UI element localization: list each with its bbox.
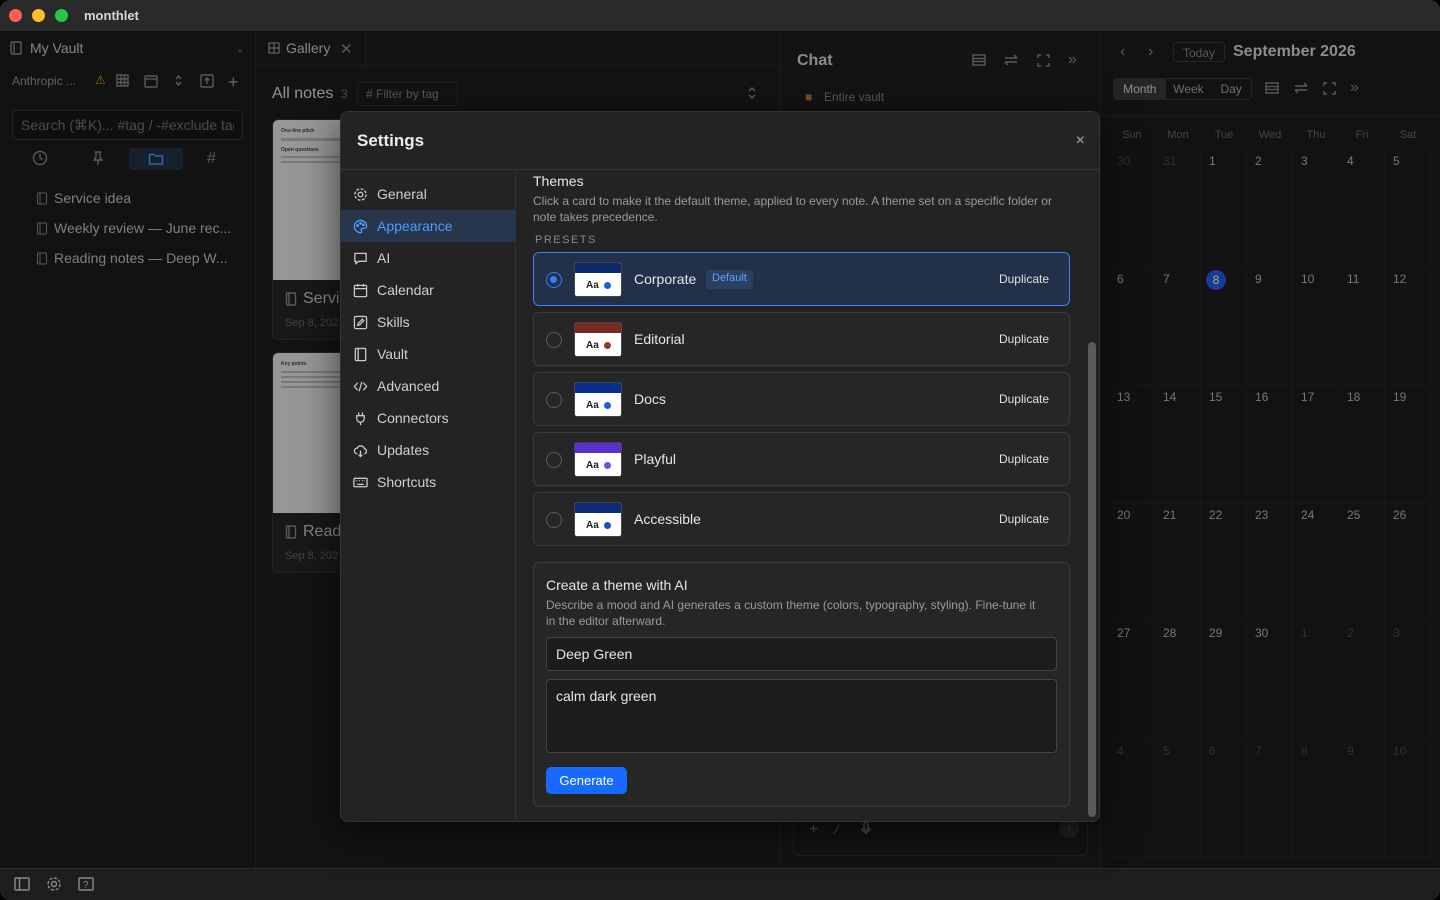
- nav-label: Advanced: [377, 378, 440, 394]
- ai-panel-title: Create a theme with AI: [546, 577, 688, 593]
- sidebar-item-general[interactable]: General: [341, 178, 516, 210]
- theme-preview: Aa: [574, 442, 622, 477]
- close-window-button[interactable]: [9, 9, 22, 22]
- preview-accent-dot: [604, 282, 611, 289]
- nav-label: Shortcuts: [377, 474, 437, 490]
- preview-band: [575, 383, 621, 393]
- gear-icon: [354, 187, 367, 201]
- section-description: Click a card to make it the default them…: [533, 194, 1052, 224]
- preview-accent-dot: [604, 402, 611, 409]
- nav-label: Vault: [377, 346, 408, 362]
- dialog-header: Settings ×: [341, 112, 1099, 170]
- presets-label: PRESETS: [535, 234, 597, 246]
- preview-accent-dot: [604, 522, 611, 529]
- sidebar-toggle-icon[interactable]: [14, 877, 30, 891]
- theme-name: Editorial: [634, 331, 685, 347]
- help-icon[interactable]: ?: [78, 877, 94, 891]
- nav-label: General: [377, 186, 427, 202]
- sidebar-item-updates[interactable]: Updates: [341, 434, 516, 466]
- preview-accent-dot: [604, 462, 611, 469]
- sidebar-item-ai[interactable]: AI: [341, 242, 516, 274]
- theme-name: Accessible: [634, 511, 701, 527]
- preview-sample-text: Aa: [586, 280, 599, 291]
- sidebar-item-skills[interactable]: Skills: [341, 306, 516, 338]
- maximize-window-button[interactable]: [55, 9, 68, 22]
- sidebar-item-calendar[interactable]: Calendar: [341, 274, 516, 306]
- preview-sample-text: Aa: [586, 400, 599, 411]
- section-title: Themes: [533, 173, 584, 189]
- default-badge: Default: [706, 270, 753, 289]
- edit-box-icon: [353, 315, 368, 329]
- nav-label: AI: [377, 250, 391, 266]
- theme-radio[interactable]: [546, 512, 562, 528]
- duplicate-button[interactable]: Duplicate: [999, 392, 1049, 406]
- ai-theme-panel: Create a theme with AI Describe a mood a…: [533, 562, 1070, 807]
- gear-icon[interactable]: [46, 876, 62, 892]
- plug-icon: [356, 411, 365, 425]
- calendar-icon: [353, 283, 368, 297]
- ai-panel-description: Describe a mood and AI generates a custo…: [546, 598, 1036, 628]
- nav-label: Updates: [377, 442, 430, 458]
- code-icon: [353, 381, 368, 391]
- svg-text:?: ?: [83, 880, 89, 891]
- duplicate-button[interactable]: Duplicate: [999, 452, 1049, 466]
- duplicate-button[interactable]: Duplicate: [999, 512, 1049, 526]
- nav-label: Appearance: [377, 218, 453, 234]
- theme-preview: Aa: [574, 262, 622, 297]
- settings-nav: General Appearance AI Calendar Skills Va…: [341, 170, 516, 821]
- theme-radio[interactable]: [546, 272, 562, 288]
- preview-band: [575, 323, 621, 333]
- palette-icon: [353, 219, 368, 233]
- theme-prompt-textarea[interactable]: calm dark green: [546, 679, 1057, 753]
- sidebar-item-shortcuts[interactable]: Shortcuts: [341, 466, 516, 498]
- theme-radio[interactable]: [546, 332, 562, 348]
- theme-radio[interactable]: [546, 452, 562, 468]
- theme-preview: Aa: [574, 502, 622, 537]
- close-button[interactable]: ×: [1076, 132, 1085, 150]
- preview-sample-text: Aa: [586, 340, 599, 351]
- preview-accent-dot: [604, 342, 611, 349]
- sidebar-item-vault[interactable]: Vault: [341, 338, 516, 370]
- theme-preview: Aa: [574, 382, 622, 417]
- sidebar-item-connectors[interactable]: Connectors: [341, 402, 516, 434]
- settings-dialog: Settings × General Appearance AI Calenda…: [340, 111, 1100, 822]
- nav-label: Connectors: [377, 410, 449, 426]
- theme-name: Playful: [634, 451, 677, 467]
- theme-preview: Aa: [574, 322, 622, 357]
- bottom-bar: ?: [0, 868, 1440, 900]
- dialog-title: Settings: [357, 131, 425, 150]
- book-icon: [354, 347, 367, 361]
- minimize-window-button[interactable]: [32, 9, 45, 22]
- preview-band: [575, 503, 621, 513]
- sidebar-item-advanced[interactable]: Advanced: [341, 370, 516, 402]
- generate-button[interactable]: Generate: [546, 767, 627, 794]
- sidebar-item-appearance[interactable]: Appearance: [341, 210, 516, 242]
- theme-radio[interactable]: [546, 392, 562, 408]
- nav-label: Calendar: [377, 282, 434, 298]
- keyboard-icon: [353, 477, 368, 487]
- duplicate-button[interactable]: Duplicate: [999, 332, 1049, 346]
- chat-icon: [354, 252, 367, 265]
- app-title: monthlet: [84, 8, 139, 23]
- theme-name: Corporate: [634, 271, 697, 287]
- app-window: monthlet My Vault ⌄ Anthropic ... ⚠ + # …: [0, 0, 1440, 900]
- theme-card-playful[interactable]: Aa Playful Duplicate: [533, 432, 1070, 486]
- theme-name-input[interactable]: [546, 637, 1057, 671]
- preview-band: [575, 263, 621, 273]
- theme-card-accessible[interactable]: Aa Accessible Duplicate: [533, 492, 1070, 546]
- cloud-download-icon: [353, 444, 368, 458]
- settings-content: Themes Click a card to make it the defau…: [517, 170, 1099, 821]
- theme-card-corporate[interactable]: Aa Corporate Default Duplicate: [533, 252, 1070, 306]
- preview-sample-text: Aa: [586, 460, 599, 471]
- preview-sample-text: Aa: [586, 520, 599, 531]
- preview-band: [575, 443, 621, 453]
- theme-card-docs[interactable]: Aa Docs Duplicate: [533, 372, 1070, 426]
- scrollbar[interactable]: [1088, 342, 1096, 817]
- duplicate-button[interactable]: Duplicate: [999, 272, 1049, 286]
- theme-card-editorial[interactable]: Aa Editorial Duplicate: [533, 312, 1070, 366]
- nav-label: Skills: [377, 314, 410, 330]
- theme-name: Docs: [634, 391, 666, 407]
- title-bar: monthlet: [0, 0, 1440, 32]
